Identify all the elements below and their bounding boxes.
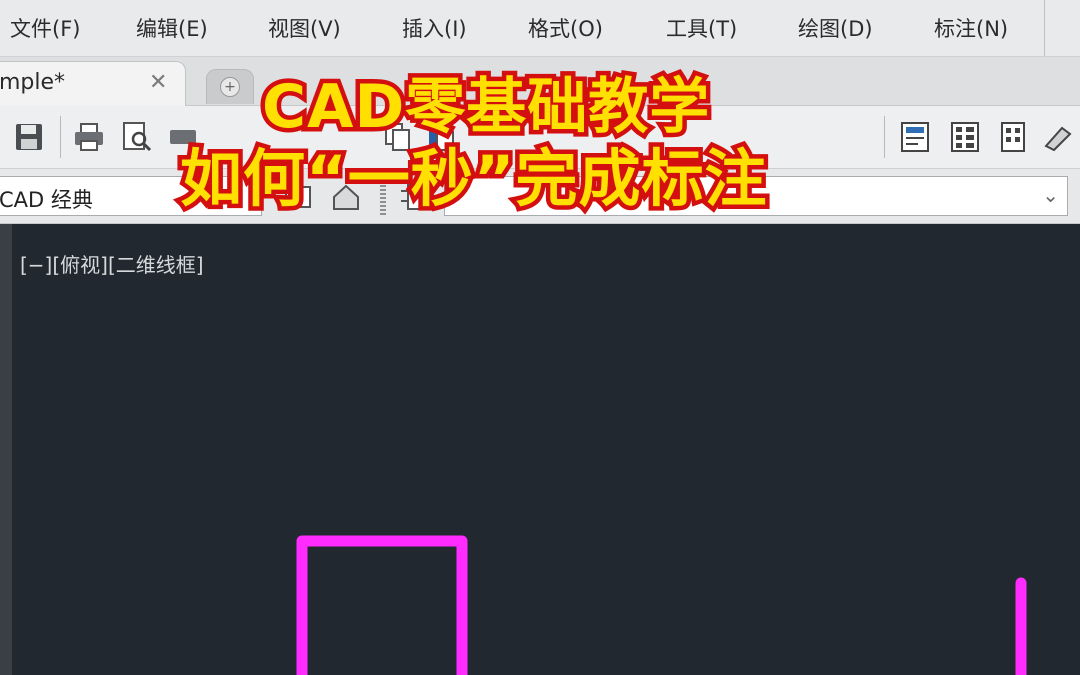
close-icon[interactable]: ✕ xyxy=(149,70,167,95)
save-icon[interactable] xyxy=(12,120,46,154)
menu-draw[interactable]: 绘图(D) xyxy=(798,13,873,43)
tool-palette-icon[interactable] xyxy=(996,120,1030,154)
design-center-icon[interactable] xyxy=(948,120,982,154)
properties-icon[interactable] xyxy=(898,120,932,154)
menu-edit[interactable]: 编辑(E) xyxy=(136,13,208,43)
menu-bar: 文件(F) 编辑(E) 视图(V) 插入(I) 格式(O) 工具(T) 绘图(D… xyxy=(0,0,1080,57)
menu-tools[interactable]: 工具(T) xyxy=(666,13,737,43)
menu-dimension[interactable]: 标注(N) xyxy=(934,13,1008,43)
overlay-title-line2: 如何“一秒”完成标注 xyxy=(176,138,771,220)
toolbar-separator xyxy=(60,116,61,158)
toolbar-separator xyxy=(884,116,885,158)
canvas-left-border xyxy=(0,224,12,675)
file-tab-label: mple* xyxy=(0,70,66,95)
chevron-down-icon: ⌄ xyxy=(1042,183,1059,207)
drawing-canvas[interactable]: [−][俯视][二维线框] xyxy=(12,231,1080,675)
drawing-geometry xyxy=(296,535,1027,675)
new-tab-button[interactable]: + xyxy=(206,69,254,104)
file-tab-active[interactable]: mple* ✕ xyxy=(0,61,186,106)
magenta-rectangle xyxy=(296,535,468,675)
workspace-value: CAD 经典 xyxy=(0,188,93,212)
menu-view[interactable]: 视图(V) xyxy=(268,13,341,43)
menu-divider xyxy=(1044,0,1045,56)
markup-icon[interactable] xyxy=(1042,120,1076,154)
print-preview-icon[interactable] xyxy=(120,120,154,154)
menu-file[interactable]: 文件(F) xyxy=(10,13,80,43)
menu-format[interactable]: 格式(O) xyxy=(528,13,603,43)
print-icon[interactable] xyxy=(72,120,106,154)
menu-insert[interactable]: 插入(I) xyxy=(402,13,467,43)
plus-icon: + xyxy=(220,77,240,97)
